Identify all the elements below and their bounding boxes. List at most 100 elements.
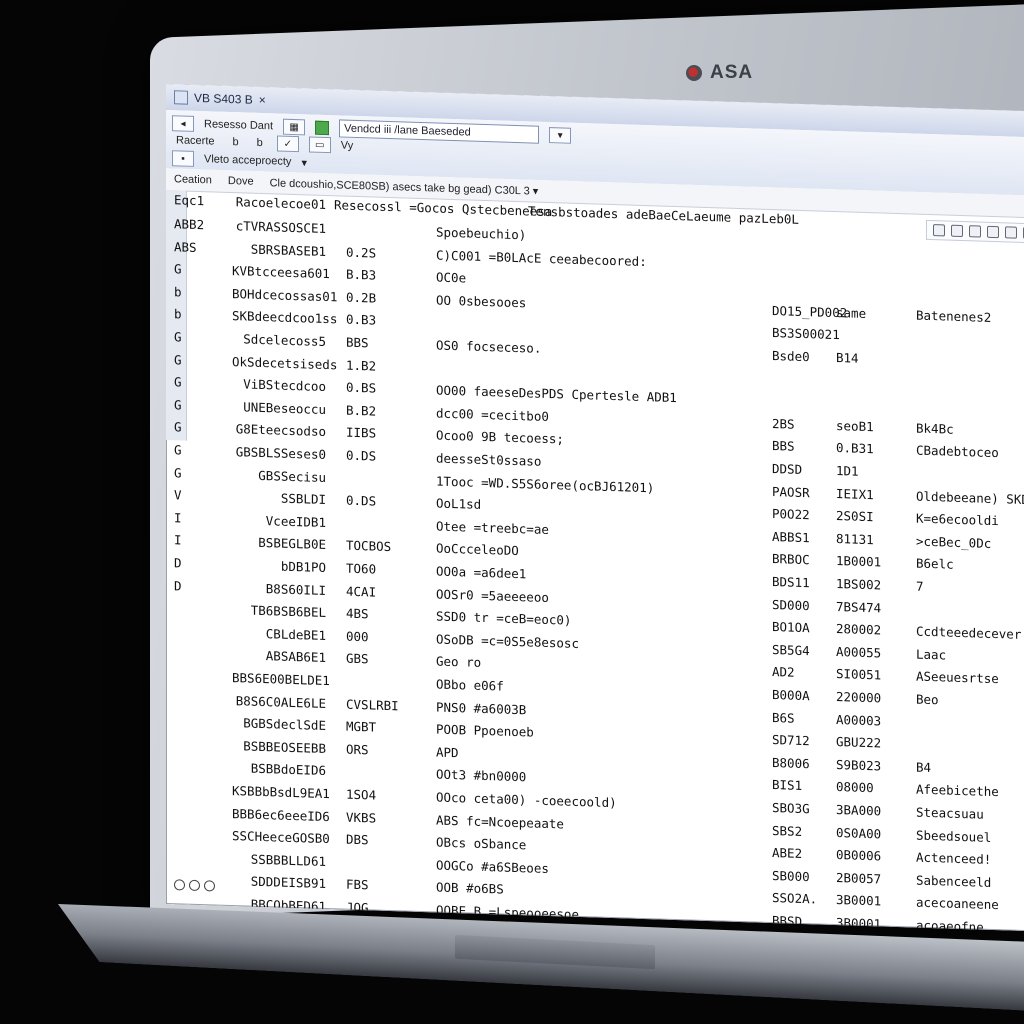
cell-val: 1.B2	[346, 357, 377, 374]
brand-logo: ASA	[686, 62, 753, 84]
brand-logo-text: ASA	[710, 62, 754, 83]
cell-val: 0.BS	[346, 379, 377, 396]
menu-item-1[interactable]: Racerte	[172, 134, 219, 147]
header-left: Eqc1	[174, 192, 205, 209]
cell-c: acoaeofne	[916, 917, 984, 932]
cell-name: BOHdcecossas01	[232, 285, 338, 305]
cell-val: B.B3	[346, 266, 377, 283]
tab-dove[interactable]: Dove	[228, 175, 254, 188]
cell-name: SSBLDI	[280, 490, 326, 508]
cell-b: 0S0A00	[836, 824, 882, 842]
cell-name: SDDDEISB91	[250, 874, 326, 892]
cell-code: OBcs oSbance	[436, 834, 527, 853]
cell-a: B6S	[772, 709, 795, 726]
cell-code: POOB Ppoenoeb	[436, 721, 534, 740]
view-dropdown-arrow-icon[interactable]: ▾	[301, 156, 307, 169]
cell-code: OO0a =a6dee1	[436, 563, 527, 582]
cell-code: OOB #o6BS	[436, 879, 504, 898]
cell-name: SBRSBASEB1	[250, 241, 326, 259]
cell-c: Batenenes2	[916, 307, 992, 325]
cell-a: AD2	[772, 664, 795, 681]
cell-a: DDSD	[772, 461, 803, 477]
cell-left: b	[174, 284, 182, 300]
cell-a: SB000	[772, 867, 810, 885]
cell-code: OC0e	[436, 269, 467, 286]
cell-name: bDB1PO	[280, 558, 326, 576]
cell-val: TOCBOS	[346, 538, 392, 555]
address-dropdown-icon[interactable]: ▾	[549, 127, 572, 144]
status-icon-1[interactable]	[174, 879, 185, 891]
cell-left: G	[174, 261, 182, 277]
cell-c: Beo	[916, 691, 939, 708]
cell-a: B000A	[772, 687, 810, 704]
cell-val: IIBS	[346, 425, 377, 441]
cell-b: 0B0006	[836, 847, 882, 864]
close-icon[interactable]: ×	[259, 93, 266, 107]
cell-a: SSO2A.	[772, 890, 818, 907]
cell-c: Actenceed!	[916, 849, 992, 868]
cell-val: BBS	[346, 334, 369, 351]
nav-back-icon[interactable]: ◂	[172, 115, 194, 132]
cell-b: 3B0001	[836, 892, 882, 909]
header-code: Resecossl =Gocos Qstecbeneesa	[334, 197, 553, 220]
cell-val: MGBT	[346, 718, 377, 735]
cell-left: ABS	[174, 238, 197, 255]
laptop-screen: VB S403 B × ◂ Resesso Dant ▦ Vendcd iii …	[166, 84, 1024, 932]
cell-val: B.B2	[346, 402, 377, 419]
cell-name: SKBdeecdcoo1ss	[232, 308, 338, 327]
cell-left: G	[174, 419, 182, 435]
cell-code: APD	[436, 744, 459, 760]
address-field[interactable]: Vendcd iii /lane Baeseded	[339, 119, 540, 144]
cell-b: 0.B31	[836, 440, 874, 457]
cell-val: JOG	[346, 899, 369, 916]
laptop-scene: ASA VB S403 B × ◂ Resesso Dant ▦ Vendcd …	[0, 0, 1024, 1024]
tab-ceation[interactable]: Ceation	[174, 173, 212, 186]
cell-a: SB5G4	[772, 641, 810, 659]
folder-icon[interactable]: ▭	[308, 136, 331, 154]
lock-icon[interactable]: ▪	[172, 150, 194, 167]
cell-code: SSD0 tr =ceB=eoc0)	[436, 608, 572, 628]
check-icon[interactable]: ✓	[276, 135, 299, 153]
menu-item-2[interactable]: b	[229, 136, 243, 148]
cell-c: Bk4Bc	[916, 420, 954, 437]
cell-val: VKBS	[346, 809, 377, 826]
cell-code: dcc00 =cecitbo0	[436, 405, 549, 424]
cell-left: I	[174, 510, 182, 526]
menu-item-3[interactable]: b	[253, 137, 267, 149]
cell-b: 7BS474	[836, 598, 882, 616]
cell-name: GBSSecisu	[258, 467, 326, 485]
grid-icon[interactable]: ▦	[283, 118, 306, 136]
status-icon-2[interactable]	[189, 879, 200, 892]
cell-name: TB6BSB6BEL	[250, 602, 326, 621]
cell-a: SD712	[772, 732, 810, 749]
cell-name: Sdcelecoss5	[243, 331, 326, 350]
cell-code: OO 0sbesooes	[436, 292, 527, 311]
cell-b: S9B023	[836, 756, 882, 774]
cell-a: Bsde0	[772, 348, 810, 365]
view-dropdown[interactable]: Vleto acceproecty	[204, 153, 291, 168]
cell-left: I	[174, 532, 182, 548]
cell-a: 2BS	[772, 415, 795, 432]
cell-c: Sabenceeld	[916, 872, 992, 890]
cell-val: 0.DS	[346, 492, 377, 509]
status-icon-3[interactable]	[204, 880, 215, 892]
cell-name: VceeIDB1	[265, 512, 326, 530]
cell-left: G	[174, 442, 182, 458]
cell-code: deesseSt0ssaso	[436, 450, 542, 469]
cell-code: Geo ro	[436, 653, 482, 671]
cell-val: DBS	[346, 831, 369, 848]
cell-c: ASeeuesrtse	[916, 668, 999, 687]
cell-val: GBS	[346, 651, 369, 667]
cell-name: BSBBdoEID6	[250, 761, 326, 779]
cell-c: Afeebicethe	[916, 781, 999, 800]
cell-name: SSBBBLLD61	[250, 851, 326, 869]
cell-code: Spoebeuchio)	[436, 224, 527, 243]
app-icon	[174, 90, 188, 105]
cell-name: BBS6E00BELDE1	[232, 670, 330, 689]
cell-val: 4BS	[346, 605, 369, 622]
cell-a: SBS2	[772, 822, 803, 839]
cell-name: KVBtcceesa601	[232, 263, 330, 282]
cell-left: D	[174, 555, 182, 571]
cell-val: CVSLRBI	[346, 696, 399, 713]
refresh-icon[interactable]	[315, 120, 330, 136]
